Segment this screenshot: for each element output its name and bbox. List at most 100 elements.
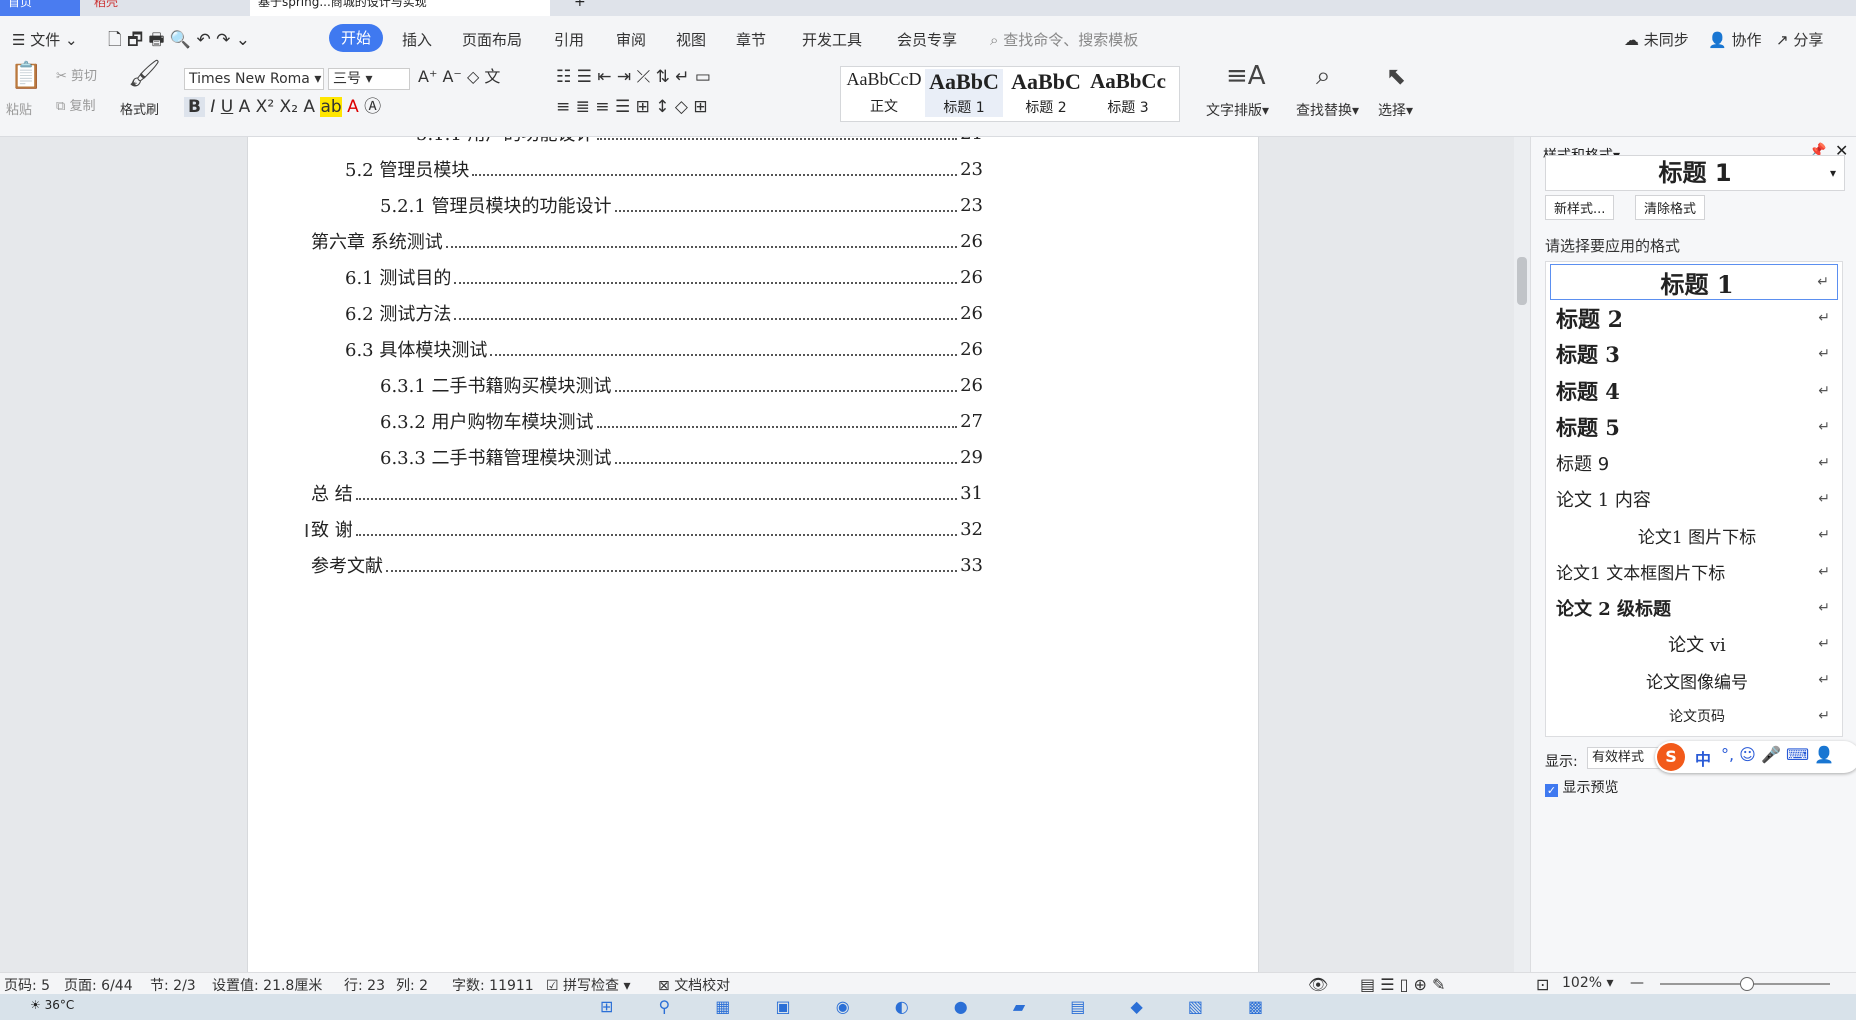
- style-list-item[interactable]: 标题 5 ↵: [1550, 409, 1838, 445]
- current-style-box[interactable]: 标题 1 ▾: [1545, 155, 1845, 191]
- ime-tool-icons[interactable]: °, ☺ 🎤 ⌨ 👤: [1721, 745, 1834, 764]
- zoom-level[interactable]: 102% ▾: [1562, 975, 1614, 991]
- style-list-item[interactable]: 标题 1 ↵: [1550, 264, 1838, 300]
- tab-start[interactable]: 开始: [329, 24, 384, 52]
- toc-entry-page: 26: [960, 230, 983, 252]
- style-list-item[interactable]: 论文 1 内容 ↵: [1550, 481, 1838, 517]
- style-list-item[interactable]: 标题 3 ↵: [1550, 336, 1838, 372]
- paste-button[interactable]: 粘贴: [6, 102, 32, 120]
- toc-entry[interactable]: 6.3.2 用户购物车模块测试 27: [380, 407, 983, 435]
- toc-leader-dots: [472, 174, 958, 176]
- style-normal[interactable]: AaBbCcD 正文: [845, 69, 923, 116]
- font-size-tools[interactable]: A⁺ A⁻ ◇ 文: [418, 68, 500, 86]
- fit-page-icon[interactable]: ⊡: [1536, 975, 1549, 994]
- tab-chapter[interactable]: 章节: [736, 30, 766, 50]
- style-list-item[interactable]: 标题 2 ↵: [1550, 300, 1838, 336]
- file-menu-label: 文件: [30, 31, 61, 49]
- style-list-item[interactable]: 标题 9 ↵: [1550, 445, 1838, 481]
- file-menu[interactable]: ☰ 文件 ⌄: [12, 30, 78, 50]
- toc-entry-page: 26: [960, 266, 983, 288]
- toc-entry[interactable]: 5.2.1 管理员模块的功能设计 23: [380, 191, 983, 219]
- sync-status[interactable]: ☁ 未同步: [1624, 30, 1689, 50]
- tab-references[interactable]: 引用: [554, 30, 584, 50]
- cut-button[interactable]: ✂ 剪切: [56, 68, 97, 86]
- toc-entry[interactable]: 5.2 管理员模块 23: [345, 155, 983, 183]
- zoom-slider[interactable]: [1660, 977, 1830, 991]
- paragraph-list-tools[interactable]: ☷ ☰ ⇤ ⇥ ⤫ ⇅ ↵ ▭: [556, 68, 711, 86]
- font-size-value: 三号: [333, 71, 361, 87]
- toc-entry[interactable]: 6.1 测试目的 26: [345, 263, 983, 291]
- style-list-item[interactable]: 论文图像编号 ↵: [1550, 662, 1838, 698]
- tab-page-layout[interactable]: 页面布局: [462, 30, 522, 50]
- proofread-button[interactable]: ⊠ 文档校对: [658, 975, 730, 995]
- toc-entry[interactable]: 6.3.3 二手书籍管理模块测试 29: [380, 443, 983, 471]
- new-style-button[interactable]: 新样式...: [1545, 195, 1615, 220]
- return-icon: ↵: [1817, 274, 1829, 290]
- font-style-tools[interactable]: B I U A X² X₂ A ab A Ⓐ: [184, 97, 381, 117]
- paragraph-align-tools[interactable]: ≡ ≣ ≡ ☰ ⊞ ↕ ◇ ⊞: [556, 98, 708, 116]
- style-list-item[interactable]: 论文页码 ↵: [1550, 698, 1838, 734]
- text-layout-label: 文字排版: [1206, 103, 1262, 119]
- style-normal-preview: AaBbCcD: [846, 69, 922, 89]
- status-words[interactable]: 字数: 11911: [452, 975, 534, 995]
- toc-entry[interactable]: 致 谢 32: [311, 515, 983, 543]
- find-replace-label: 查找替换: [1296, 103, 1352, 119]
- zoom-out-button[interactable]: —: [1630, 975, 1644, 991]
- toc-entry[interactable]: 5.1.1 用户的功能设计 21: [416, 137, 983, 147]
- style-heading2[interactable]: AaBbC 标题 2: [1007, 69, 1085, 117]
- ribbon-toolbar: 📋 粘贴 ✂ 剪切 ⧉ 复制 🖌 格式刷 Times New Roma ▾ 三号…: [0, 61, 1856, 137]
- find-replace-button[interactable]: 查找替换▾: [1296, 102, 1359, 120]
- collab-button[interactable]: 👤 协作: [1708, 30, 1761, 50]
- tab-insert[interactable]: 插入: [402, 30, 432, 50]
- share-button[interactable]: ↗ 分享: [1776, 30, 1823, 50]
- preview-label: 显示预览: [1562, 780, 1619, 796]
- vertical-scrollbar[interactable]: [1514, 137, 1530, 972]
- preview-checkbox[interactable]: ✓ 显示预览: [1545, 777, 1618, 797]
- brush-icon[interactable]: 🖌: [128, 61, 161, 87]
- scrollbar-thumb[interactable]: [1517, 257, 1527, 305]
- toc-entry[interactable]: 6.2 测试方法 26: [345, 299, 983, 327]
- style-heading1[interactable]: AaBbC 标题 1: [925, 69, 1003, 117]
- quick-access-icons[interactable]: 🗋 🗗 🖶 🔍 ↶ ↷ ⌄: [108, 30, 250, 50]
- text-layout-button[interactable]: 文字排版▾: [1206, 102, 1269, 120]
- clear-format-button[interactable]: 清除格式: [1635, 195, 1706, 220]
- toc-entry[interactable]: 总 结 31: [311, 479, 983, 507]
- document-area: 5.1.1 用户的功能设计21 5.2 管理员模块23 5.2.1 管理员模块的功能…: [0, 137, 1516, 972]
- taskbar-app-icons[interactable]: ⊞ ⚲ ▦ ▣ ◉ ◐ ● ▰ ▤ ◆ ▧ ▩: [600, 997, 1283, 1016]
- paste-icon[interactable]: 📋: [10, 63, 42, 89]
- style-list-item[interactable]: 论文 vi ↵: [1550, 626, 1838, 662]
- toc-entry[interactable]: 参考文献 33: [311, 551, 983, 579]
- ime-mode[interactable]: 中: [1695, 746, 1711, 770]
- return-icon: ↵: [1818, 708, 1830, 725]
- copy-button[interactable]: ⧉ 复制: [56, 98, 95, 116]
- eye-protection-icon[interactable]: 👁: [1308, 975, 1328, 994]
- spell-check-button[interactable]: ☑ 拼写检查 ▾: [546, 975, 631, 995]
- command-search[interactable]: ⌕ 查找命令、搜索模板: [990, 30, 1138, 50]
- zoom-slider-handle[interactable]: [1740, 977, 1754, 991]
- tab-review[interactable]: 审阅: [616, 30, 646, 50]
- font-name-select[interactable]: Times New Roma ▾: [184, 68, 324, 90]
- font-size-select[interactable]: 三号 ▾: [328, 68, 410, 90]
- tab-dev-tools[interactable]: 开发工具: [802, 30, 862, 50]
- style-list-item[interactable]: 论文1 图片下标 ↵: [1550, 517, 1838, 553]
- status-page[interactable]: 页面: 6/44: [64, 975, 133, 995]
- tab-document[interactable]: 基于spring...商城的设计与实现: [250, 0, 550, 16]
- toc-entry[interactable]: 6.3.1 二手书籍购买模块测试 26: [380, 371, 983, 399]
- toc-entry[interactable]: 6.3 具体模块测试 26: [345, 335, 983, 363]
- weather-widget[interactable]: ☀ 36°C: [30, 998, 74, 1012]
- tab-member[interactable]: 会员专享: [897, 30, 957, 50]
- view-mode-icons[interactable]: ▤ ☰ ▯ ⊕ ✎: [1360, 975, 1445, 994]
- tab-view[interactable]: 视图: [676, 30, 706, 50]
- style-list-item[interactable]: 标题 4 ↵: [1550, 373, 1838, 409]
- tab-home[interactable]: 首页: [0, 0, 80, 16]
- new-tab-icon[interactable]: +: [566, 0, 586, 16]
- tab-docer[interactable]: 稻壳: [86, 0, 236, 16]
- toc-entry[interactable]: 第六章 系统测试 26: [311, 227, 983, 255]
- style-list-item[interactable]: 论文1 文本框图片下标 ↵: [1550, 554, 1838, 590]
- style-heading3[interactable]: AaBbCc 标题 3: [1089, 69, 1167, 117]
- select-button[interactable]: 选择▾: [1378, 102, 1413, 120]
- format-painter-button[interactable]: 格式刷: [120, 102, 159, 120]
- sync-label: 未同步: [1643, 31, 1689, 49]
- return-icon: ↵: [1818, 636, 1830, 652]
- style-list-item[interactable]: 论文 2 级标题 ↵: [1550, 590, 1838, 626]
